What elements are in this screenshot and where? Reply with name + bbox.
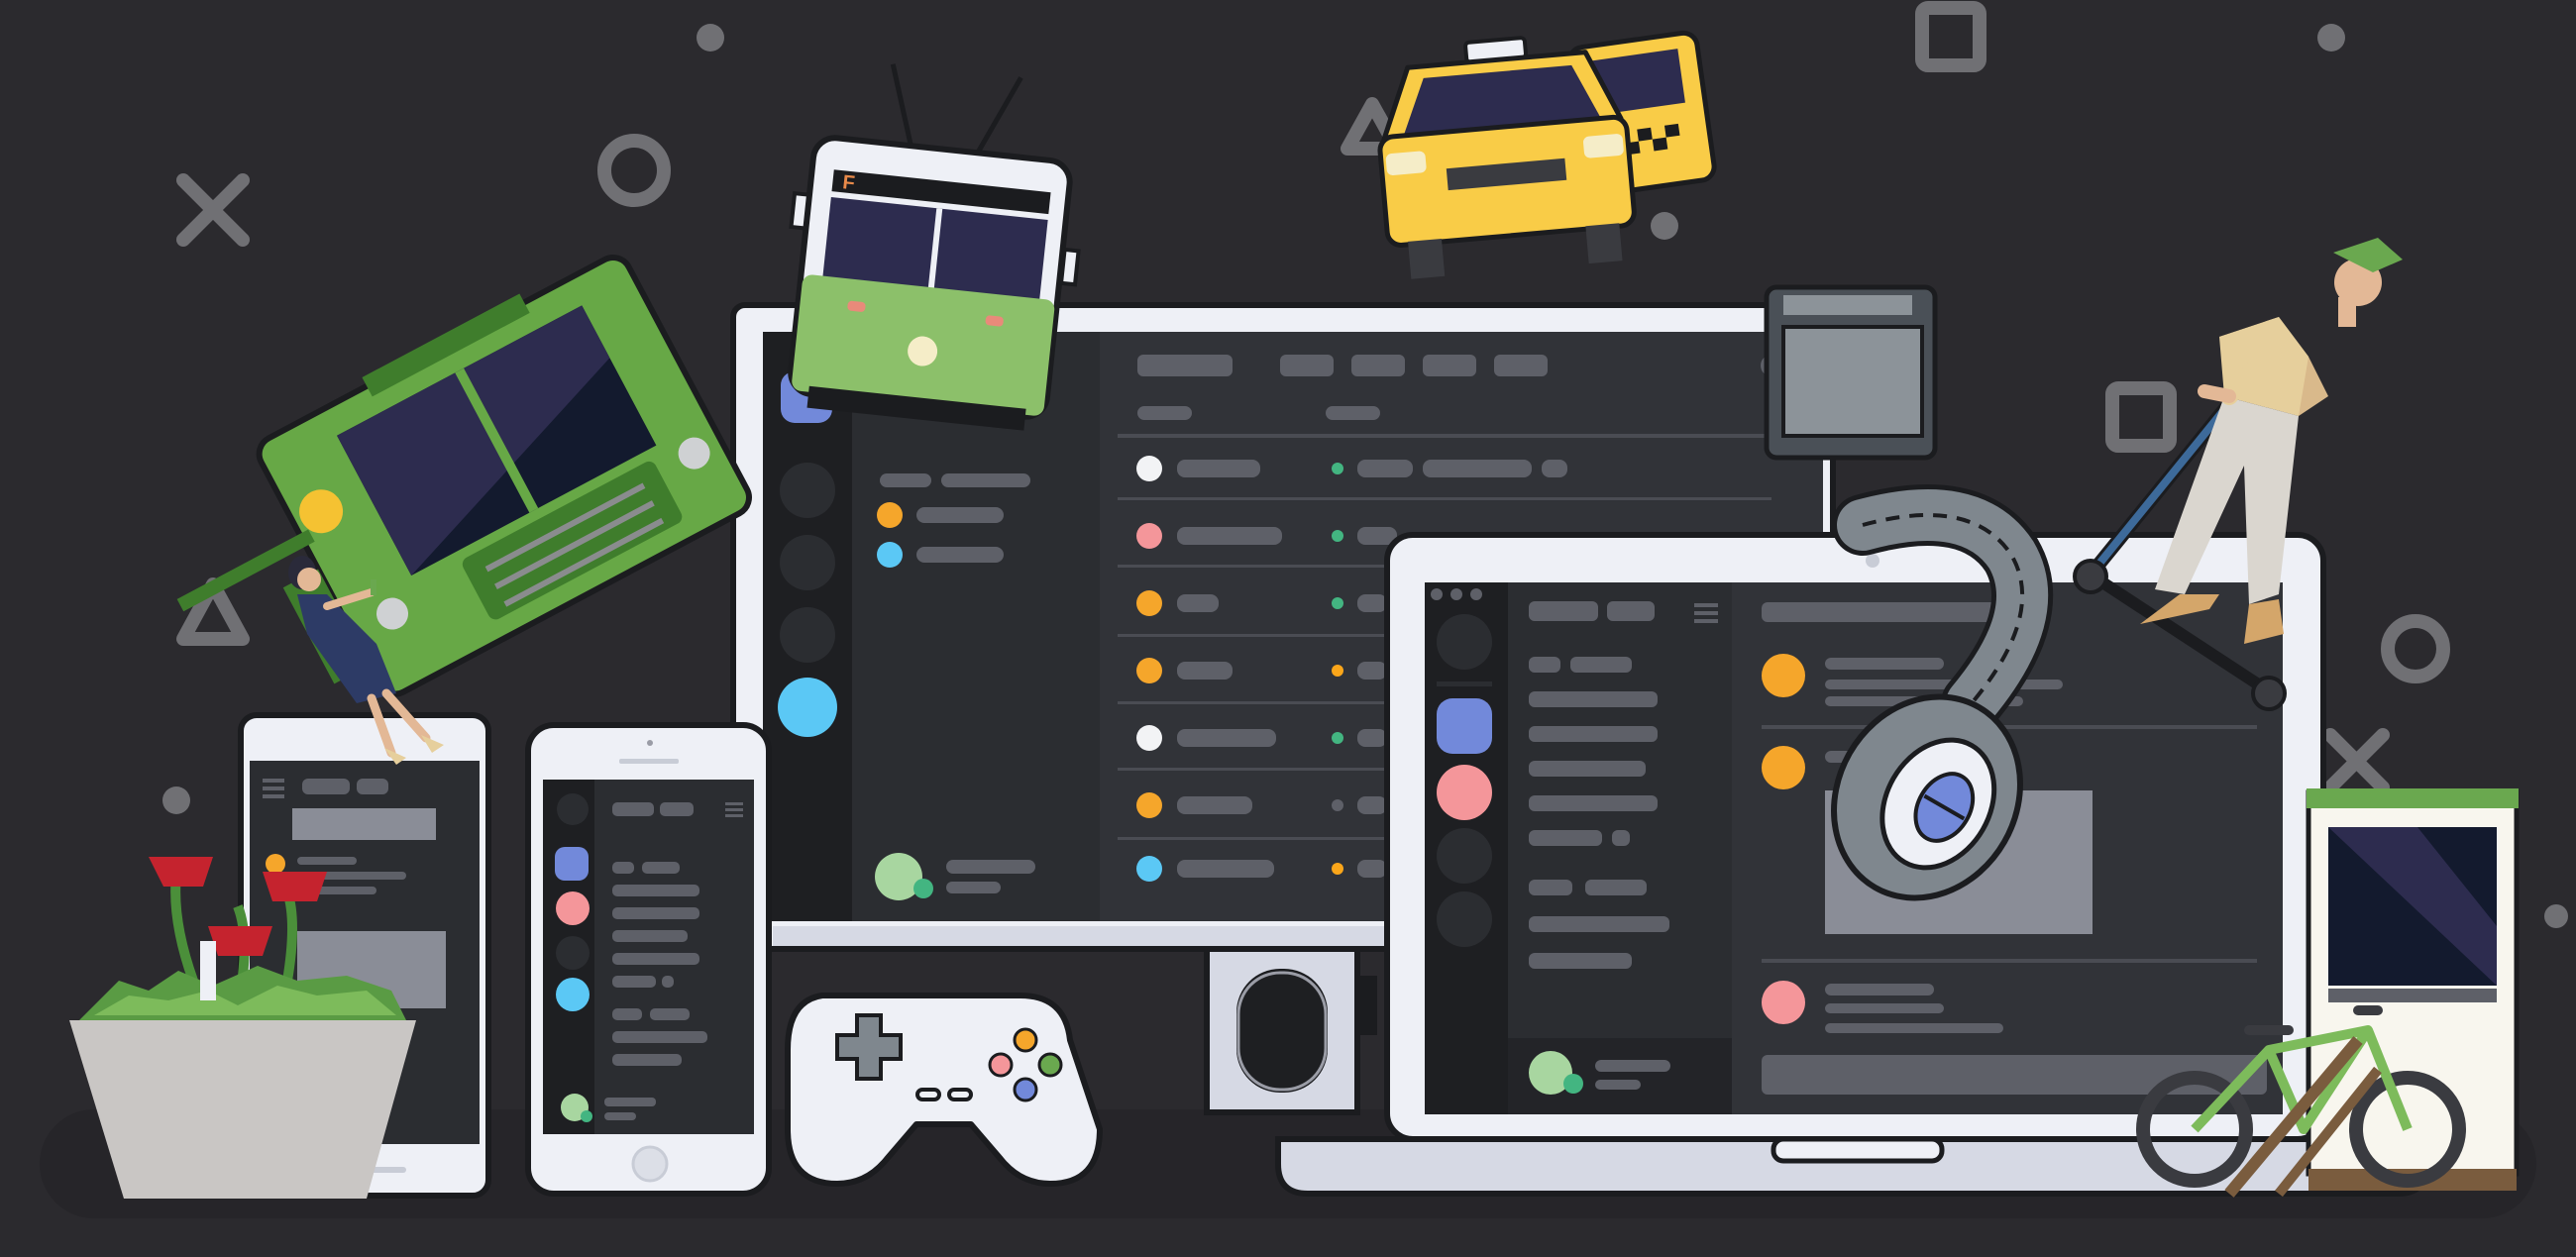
tram-route-letter: F bbox=[841, 171, 855, 194]
tablet-back bbox=[1764, 284, 1938, 461]
dot-shape-icon bbox=[697, 24, 724, 52]
phone-middle bbox=[525, 722, 772, 1197]
dot-shape-icon bbox=[1651, 212, 1678, 240]
dot-shape-icon bbox=[2317, 24, 2345, 52]
dot-shape-icon bbox=[162, 786, 190, 814]
dot-shape-icon bbox=[2544, 904, 2568, 928]
kiosk bbox=[2306, 788, 2520, 1191]
devices-illustration: F bbox=[0, 0, 2576, 1257]
